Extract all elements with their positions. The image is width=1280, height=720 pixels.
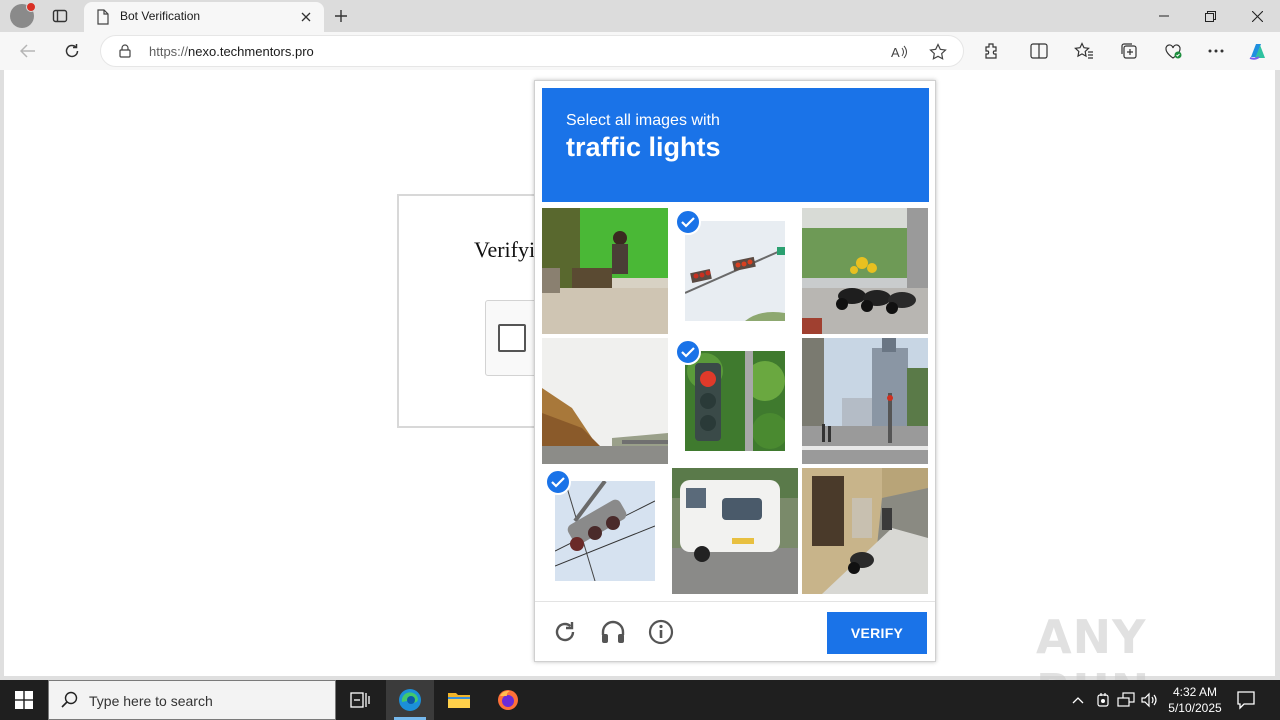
system-clock[interactable]: 4:32 AM 5/10/2025	[1160, 684, 1230, 716]
close-tab-icon[interactable]	[296, 7, 316, 27]
city-crosswalk-image	[802, 338, 928, 464]
address-bar[interactable]: https://nexo.techmentors.pro A	[100, 35, 964, 67]
audio-challenge-icon[interactable]	[599, 618, 627, 646]
captcha-tile-8[interactable]	[672, 468, 798, 594]
url-text[interactable]: https://nexo.techmentors.pro	[149, 44, 314, 59]
network-icon[interactable]	[1116, 690, 1136, 710]
white-caravan-image	[672, 468, 798, 594]
windows-taskbar: Type here to search 4:32 AM 5/10/2025	[0, 680, 1280, 720]
scooter-building-image	[802, 468, 928, 594]
taskbar-search-box[interactable]: Type here to search	[48, 680, 336, 720]
profile-avatar-icon[interactable]	[10, 2, 36, 28]
document-icon	[96, 9, 110, 30]
selected-checkmark-icon	[675, 209, 701, 235]
tray-app-icon[interactable]	[1093, 690, 1113, 710]
close-window-icon[interactable]	[1234, 0, 1280, 32]
collections-icon[interactable]	[1115, 38, 1143, 64]
copilot-icon[interactable]	[1244, 38, 1272, 64]
captcha-instruction: Select all images with	[566, 112, 720, 129]
firefox-icon[interactable]	[484, 680, 532, 720]
captcha-tile-3[interactable]	[802, 208, 928, 334]
selected-checkmark-icon	[545, 469, 571, 495]
captcha-tile-7[interactable]	[542, 468, 668, 594]
captcha-tile-5[interactable]	[672, 338, 798, 464]
person-under-shelter-image	[542, 208, 668, 334]
reload-challenge-icon[interactable]	[551, 618, 579, 646]
more-options-icon[interactable]	[1202, 38, 1230, 64]
extensions-icon[interactable]	[977, 38, 1005, 64]
search-icon	[61, 691, 79, 714]
browser-tab-bar: Bot Verification	[0, 0, 1280, 32]
notifications-icon[interactable]	[1236, 690, 1256, 715]
verification-heading: Verifyi	[474, 237, 536, 262]
captcha-tile-4[interactable]	[542, 338, 668, 464]
traffic-light-overhead-image	[685, 221, 785, 321]
edge-browser-icon[interactable]	[386, 680, 434, 720]
minimize-icon[interactable]	[1141, 0, 1187, 32]
task-view-icon[interactable]	[336, 680, 384, 720]
refresh-icon[interactable]	[58, 38, 86, 64]
parked-motorcycles-image	[802, 208, 928, 334]
read-aloud-icon[interactable]: A	[887, 40, 911, 64]
restore-icon[interactable]	[1187, 0, 1233, 32]
tab-title: Bot Verification	[120, 9, 201, 23]
clock-time: 4:32 AM	[1172, 685, 1218, 699]
lock-icon[interactable]	[119, 44, 131, 63]
captcha-tile-2[interactable]	[672, 208, 798, 334]
favorites-icon[interactable]	[1070, 38, 1098, 64]
captcha-tile-9[interactable]	[802, 468, 928, 594]
windows-start-icon[interactable]	[0, 680, 48, 720]
info-icon[interactable]	[647, 618, 675, 646]
page-viewport: Verifyi ANY RUN Select all images with t…	[4, 70, 1275, 718]
volume-icon[interactable]	[1140, 690, 1160, 710]
captcha-tile-6[interactable]	[802, 338, 928, 464]
verify-button[interactable]: VERIFY	[827, 612, 927, 654]
traffic-light-wires-image	[555, 481, 655, 581]
back-arrow-icon[interactable]	[14, 38, 42, 64]
new-tab-icon[interactable]	[330, 5, 352, 27]
captcha-target-object: traffic lights	[566, 132, 721, 162]
favorite-star-icon[interactable]	[926, 40, 950, 64]
search-placeholder: Type here to search	[89, 693, 213, 709]
highway-hills-image	[542, 338, 668, 464]
browser-tab[interactable]: Bot Verification	[84, 2, 324, 32]
captcha-footer: VERIFY	[535, 601, 935, 661]
tab-actions-icon[interactable]	[50, 6, 70, 26]
tray-overflow-chevron-icon[interactable]	[1068, 690, 1088, 710]
browser-toolbar: https://nexo.techmentors.pro A	[0, 32, 1280, 70]
svg-text:A: A	[891, 45, 900, 60]
traffic-light-pole-image	[685, 351, 785, 451]
browser-essentials-icon[interactable]	[1159, 38, 1187, 64]
file-explorer-icon[interactable]	[435, 680, 483, 720]
clock-date: 5/10/2025	[1168, 701, 1222, 715]
captcha-header: Select all images with traffic lights	[542, 88, 929, 202]
captcha-tile-1[interactable]	[542, 208, 668, 334]
captcha-challenge: Select all images with traffic lights VE…	[534, 80, 936, 662]
captcha-checkbox[interactable]	[498, 324, 526, 352]
selected-checkmark-icon	[675, 339, 701, 365]
split-screen-icon[interactable]	[1025, 38, 1053, 64]
